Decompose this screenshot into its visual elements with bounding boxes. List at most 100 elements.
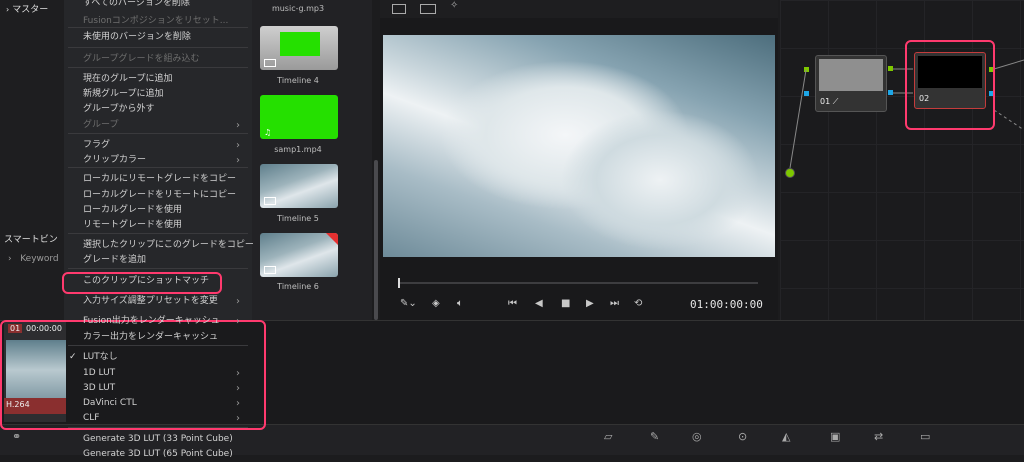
sizing-icon[interactable]: ⇄ [874, 430, 883, 443]
menu-item[interactable]: ローカルグレードをリモートにコピー [64, 188, 250, 203]
menu-separator [68, 345, 248, 346]
chevron-right-icon: › [236, 296, 240, 307]
checkmark-icon: ✓ [69, 352, 77, 362]
menu-item[interactable]: 入力サイズ調整プリセットを変更 › [64, 294, 250, 309]
media-label: Timeline 4 [277, 76, 319, 85]
layers-icon[interactable]: ◈ [432, 298, 440, 309]
menu-item[interactable]: すべてのバージョンを削除 [64, 0, 250, 11]
menu-item-label: グレードを追加 [83, 255, 147, 265]
menu-separator [68, 47, 248, 48]
chevron-right-icon: › [236, 383, 240, 394]
menu-item[interactable]: 新規グループに追加 [64, 87, 250, 102]
menu-item-label: 入力サイズ調整プリセットを変更 [83, 296, 218, 306]
curves-icon[interactable]: ▱ [604, 430, 612, 443]
viewer-toolbar [380, 0, 778, 18]
menu-item-label: ローカルにリモートグレードをコピー [83, 174, 237, 184]
connection-line [993, 109, 1024, 131]
chevron-right-icon: › [236, 316, 240, 327]
menu-item[interactable]: ローカルグレードを使用 [64, 203, 250, 218]
chevron-right-icon: › [8, 254, 12, 264]
3d-icon[interactable]: ▭ [920, 430, 930, 443]
scrubber-track[interactable] [398, 282, 758, 284]
green-clip-image [280, 32, 320, 56]
menu-separator [68, 427, 248, 428]
menu-item[interactable]: 選択したクリップにこのグレードをコピー [64, 238, 254, 253]
menu-item[interactable]: DaVinci CTL › [64, 396, 250, 411]
menu-item[interactable]: 1D LUT › [64, 366, 250, 381]
play-icon[interactable]: ▶ [586, 298, 594, 309]
left-panel [0, 0, 64, 320]
menu-item-label: すべてのバージョンを削除 [83, 0, 190, 8]
menu-item[interactable]: カラー出力をレンダーキャッシュ [64, 330, 250, 345]
connection-line [789, 69, 807, 169]
split-view-icon[interactable] [420, 4, 436, 14]
menu-separator [68, 133, 248, 134]
link-icon[interactable]: ⚭ [12, 430, 21, 443]
chevron-right-icon: › [6, 5, 10, 14]
menu-item[interactable]: Generate 3D LUT (65 Point Cube) [64, 447, 250, 462]
menu-item[interactable]: グレードを追加 [64, 253, 250, 268]
menu-item-label: 新規グループに追加 [83, 89, 164, 99]
menu-item[interactable]: フラグ › [64, 138, 250, 153]
loop-icon[interactable]: ⟲ [634, 298, 642, 309]
skip-forward-icon[interactable]: ⏭ [610, 298, 619, 309]
playhead[interactable] [398, 278, 400, 288]
menu-item[interactable]: ローカルにリモートグレードをコピー [64, 172, 250, 187]
menu-item-label: グループから外す [83, 104, 155, 114]
key-icon[interactable]: ▣ [830, 430, 840, 443]
menu-item[interactable]: Generate 3D LUT (33 Point Cube) [64, 432, 250, 447]
menu-item-label: Fusionコンポジションをリセット... [83, 16, 229, 26]
menu-item-label: フラグ [83, 140, 111, 150]
highlight-node-02 [905, 40, 995, 130]
menu-item[interactable]: クリップカラー › [64, 153, 250, 168]
menu-item[interactable]: リモートグレードを使用 [64, 218, 250, 233]
menu-item[interactable]: グループから外す [64, 102, 250, 117]
menu-item-label: LUTなし [83, 352, 118, 362]
menu-item[interactable]: Fusion出力をレンダーキャッシュ › [64, 314, 250, 329]
flag-corner-icon [326, 233, 338, 245]
master-label: マスター [12, 5, 49, 15]
media-thumb-timeline6[interactable] [260, 233, 338, 277]
menu-item[interactable]: Fusionコンポジションをリセット... [64, 14, 250, 29]
eyedropper-icon[interactable]: ✎⌄ [400, 298, 417, 309]
qualifier-icon[interactable]: ✎ [650, 430, 659, 443]
menu-item[interactable]: グループグレードを組み込む [64, 52, 250, 67]
timecode: 01:00:00:00 [690, 298, 763, 311]
timeline-icon [264, 59, 276, 67]
menu-item-label: Generate 3D LUT (65 Point Cube) [83, 449, 233, 459]
media-top-label: music-g.mp3 [271, 4, 325, 13]
menu-item-label: Fusion出力をレンダーキャッシュ [83, 316, 220, 326]
menu-item[interactable]: ✓ LUTなし [64, 350, 250, 365]
stop-icon[interactable]: ■ [561, 298, 570, 309]
play-reverse-icon[interactable]: ◀ [535, 298, 543, 309]
window-icon[interactable]: ◎ [692, 430, 702, 443]
master-bin[interactable]: › マスター [0, 0, 64, 20]
menu-item[interactable]: このクリップにショットマッチ [64, 274, 250, 289]
media-scrollbar[interactable] [374, 160, 378, 320]
audio-icon: ♫ [264, 128, 272, 137]
menu-item[interactable]: 未使用のバージョンを削除 [64, 30, 250, 45]
media-label: samp1.mp4 [274, 145, 322, 154]
chevron-right-icon: › [236, 413, 240, 424]
menu-item[interactable]: 3D LUT › [64, 381, 250, 396]
menu-separator [68, 67, 248, 68]
blur-icon[interactable]: ◭ [782, 430, 790, 443]
menu-item[interactable]: 現在のグループに追加 [64, 72, 250, 87]
magic-wand-icon[interactable]: ✧ [450, 0, 458, 11]
chevron-right-icon: › [236, 398, 240, 409]
tracker-icon[interactable]: ⊙ [738, 430, 747, 443]
media-thumb-timeline4[interactable] [260, 26, 338, 70]
media-label: Timeline 6 [277, 282, 319, 291]
skip-back-icon[interactable]: ⏮ [508, 298, 517, 309]
menu-separator [68, 268, 248, 269]
keyword-bin[interactable]: › Keyword [8, 254, 59, 264]
connection-line [993, 59, 1024, 70]
media-thumb-samp1[interactable]: ♫ [260, 95, 338, 139]
chevron-right-icon: › [236, 368, 240, 379]
single-view-icon[interactable] [392, 4, 406, 14]
media-thumb-timeline5[interactable] [260, 164, 338, 208]
menu-item[interactable]: グループ › [64, 118, 250, 133]
volume-icon[interactable]: 🔈︎ [457, 298, 463, 309]
menu-item[interactable]: CLF › [64, 411, 250, 426]
menu-item-label: 選択したクリップにこのグレードをコピー [83, 240, 254, 250]
